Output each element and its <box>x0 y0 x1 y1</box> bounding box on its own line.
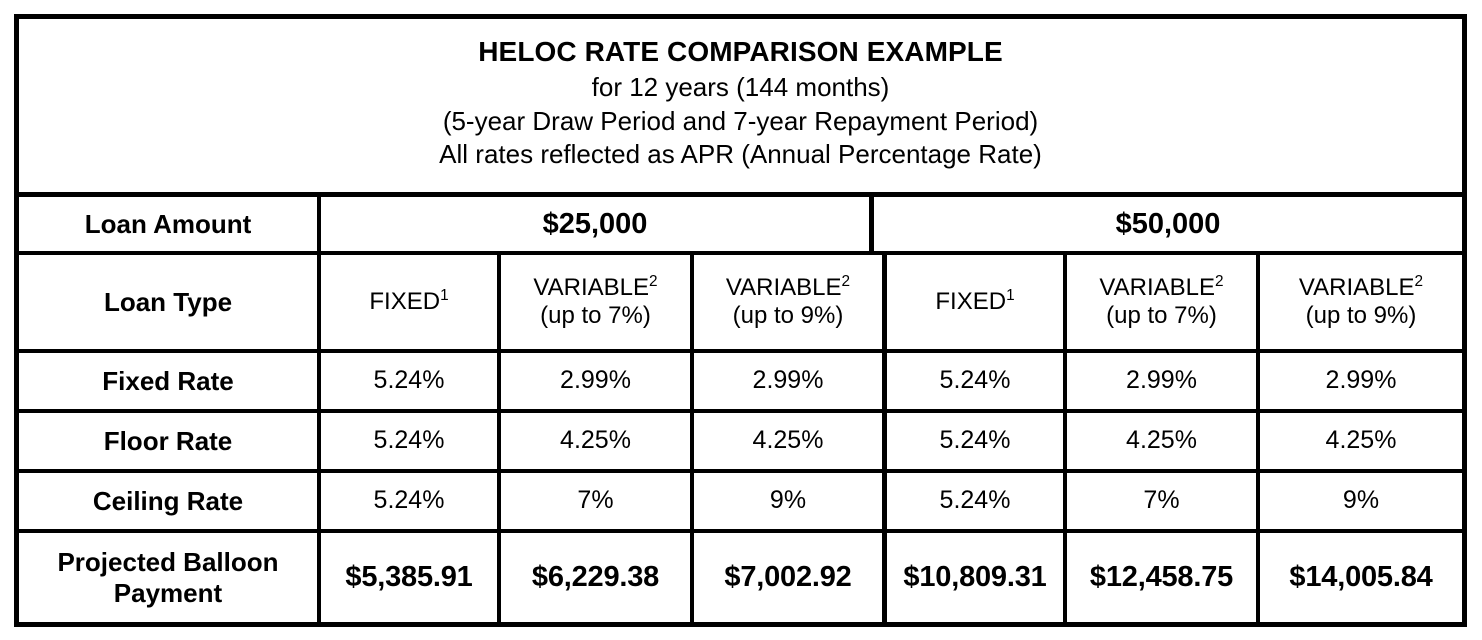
table-title: HELOC RATE COMPARISON EXAMPLE <box>478 35 1003 67</box>
balloon-payment-value-1: $5,385.91 <box>321 533 501 622</box>
table-row-floor-rate: Floor Rate 5.24% 4.25% 4.25% 5.24% 4.25%… <box>19 413 1462 473</box>
loan-type-name-1: FIXED <box>369 287 441 315</box>
loan-type-name-4: FIXED <box>935 287 1007 315</box>
loan-type-qualifier-5: (up to 7%) <box>1106 302 1217 329</box>
loan-type-qualifier-2: (up to 7%) <box>540 302 651 329</box>
loan-type-cell-1: FIXED1 <box>321 255 501 349</box>
fixed-rate-value-1: 5.24% <box>321 353 501 409</box>
loan-type-cell-2: VARIABLE2 (up to 7%) <box>501 255 694 349</box>
fixed-rate-value-6: 2.99% <box>1325 366 1397 395</box>
loan-type-qualifier-3: (up to 9%) <box>732 302 844 329</box>
loan-type-footnote-4: 1 <box>1006 286 1015 304</box>
table-subtitle-periods: (5-year Draw Period and 7-year Repayment… <box>442 105 1039 136</box>
fixed-rate-value-5: 2.99% <box>1067 353 1260 409</box>
floor-rate-value-5: 4.25% <box>1067 413 1260 469</box>
page-root: HELOC RATE COMPARISON EXAMPLE for 12 yea… <box>0 0 1482 640</box>
loan-type-cell-3: VARIABLE2 (up to 9%) <box>694 255 887 349</box>
row-header-loan-amount: Loan Amount <box>19 197 321 251</box>
table-row-loan-type: Loan Type FIXED1 VARIABLE2 (up to 7%) VA… <box>19 255 1462 353</box>
loan-type-name-2: VARIABLE <box>533 273 650 301</box>
loan-type-footnote-1: 1 <box>440 286 449 304</box>
row-header-fixed-rate: Fixed Rate <box>19 353 321 409</box>
loan-type-name-6: VARIABLE <box>1298 273 1415 301</box>
balloon-payment-value-3: $7,002.92 <box>694 533 887 622</box>
floor-rate-value-4: 5.24% <box>887 413 1067 469</box>
loan-type-cell-6: VARIABLE2 (up to 9%) <box>1260 255 1462 349</box>
ceiling-rate-value-1: 5.24% <box>321 473 501 529</box>
table-row-ceiling-rate: Ceiling Rate 5.24% 7% 9% 5.24% 7% 9% <box>19 473 1462 533</box>
loan-type-cell-4: FIXED1 <box>887 255 1067 349</box>
loan-type-footnote-6: 2 <box>1414 272 1424 290</box>
balloon-payment-value-4: $10,809.31 <box>887 533 1067 622</box>
table-title-block: HELOC RATE COMPARISON EXAMPLE for 12 yea… <box>19 19 1462 197</box>
loan-type-footnote-5: 2 <box>1215 272 1224 290</box>
row-header-floor-rate: Floor Rate <box>19 413 321 469</box>
loan-type-name-5: VARIABLE <box>1099 273 1216 301</box>
loan-type-name-3: VARIABLE <box>725 273 842 301</box>
table-subtitle-term: for 12 years (144 months) <box>591 71 890 102</box>
balloon-payment-value-5: $12,458.75 <box>1067 533 1260 622</box>
table-subtitle-apr-note: All rates reflected as APR (Annual Perce… <box>439 139 1042 170</box>
loan-type-qualifier-6: (up to 9%) <box>1305 302 1417 329</box>
loan-type-footnote-3: 2 <box>841 272 851 290</box>
ceiling-rate-value-2: 7% <box>501 473 694 529</box>
ceiling-rate-value-6: 9% <box>1342 486 1380 515</box>
table-row-fixed-rate: Fixed Rate 5.24% 2.99% 2.99% 5.24% 2.99%… <box>19 353 1462 413</box>
table-row-loan-amount: Loan Amount $25,000 $50,000 <box>19 197 1462 255</box>
balloon-payment-value-2: $6,229.38 <box>501 533 694 622</box>
loan-type-footnote-2: 2 <box>649 272 658 290</box>
floor-rate-value-1: 5.24% <box>321 413 501 469</box>
row-header-balloon-payment: Projected Balloon Payment <box>19 533 321 622</box>
ceiling-rate-value-4: 5.24% <box>887 473 1067 529</box>
fixed-rate-value-4: 5.24% <box>887 353 1067 409</box>
fixed-rate-value-3: 2.99% <box>694 353 887 409</box>
ceiling-rate-value-5: 7% <box>1067 473 1260 529</box>
balloon-payment-value-6: $14,005.84 <box>1289 561 1433 594</box>
floor-rate-value-6: 4.25% <box>1325 426 1397 455</box>
floor-rate-value-2: 4.25% <box>501 413 694 469</box>
ceiling-rate-value-3: 9% <box>694 473 887 529</box>
row-header-ceiling-rate: Ceiling Rate <box>19 473 321 529</box>
floor-rate-value-3: 4.25% <box>694 413 887 469</box>
loan-amount-50000-header: $50,000 <box>1115 207 1221 240</box>
heloc-rate-comparison-table: HELOC RATE COMPARISON EXAMPLE for 12 yea… <box>14 14 1467 627</box>
row-header-loan-type: Loan Type <box>19 255 321 349</box>
loan-type-cell-5: VARIABLE2 (up to 7%) <box>1067 255 1260 349</box>
fixed-rate-value-2: 2.99% <box>501 353 694 409</box>
table-row-balloon-payment: Projected Balloon Payment $5,385.91 $6,2… <box>19 533 1462 622</box>
loan-amount-25000-header: $25,000 <box>321 197 874 251</box>
